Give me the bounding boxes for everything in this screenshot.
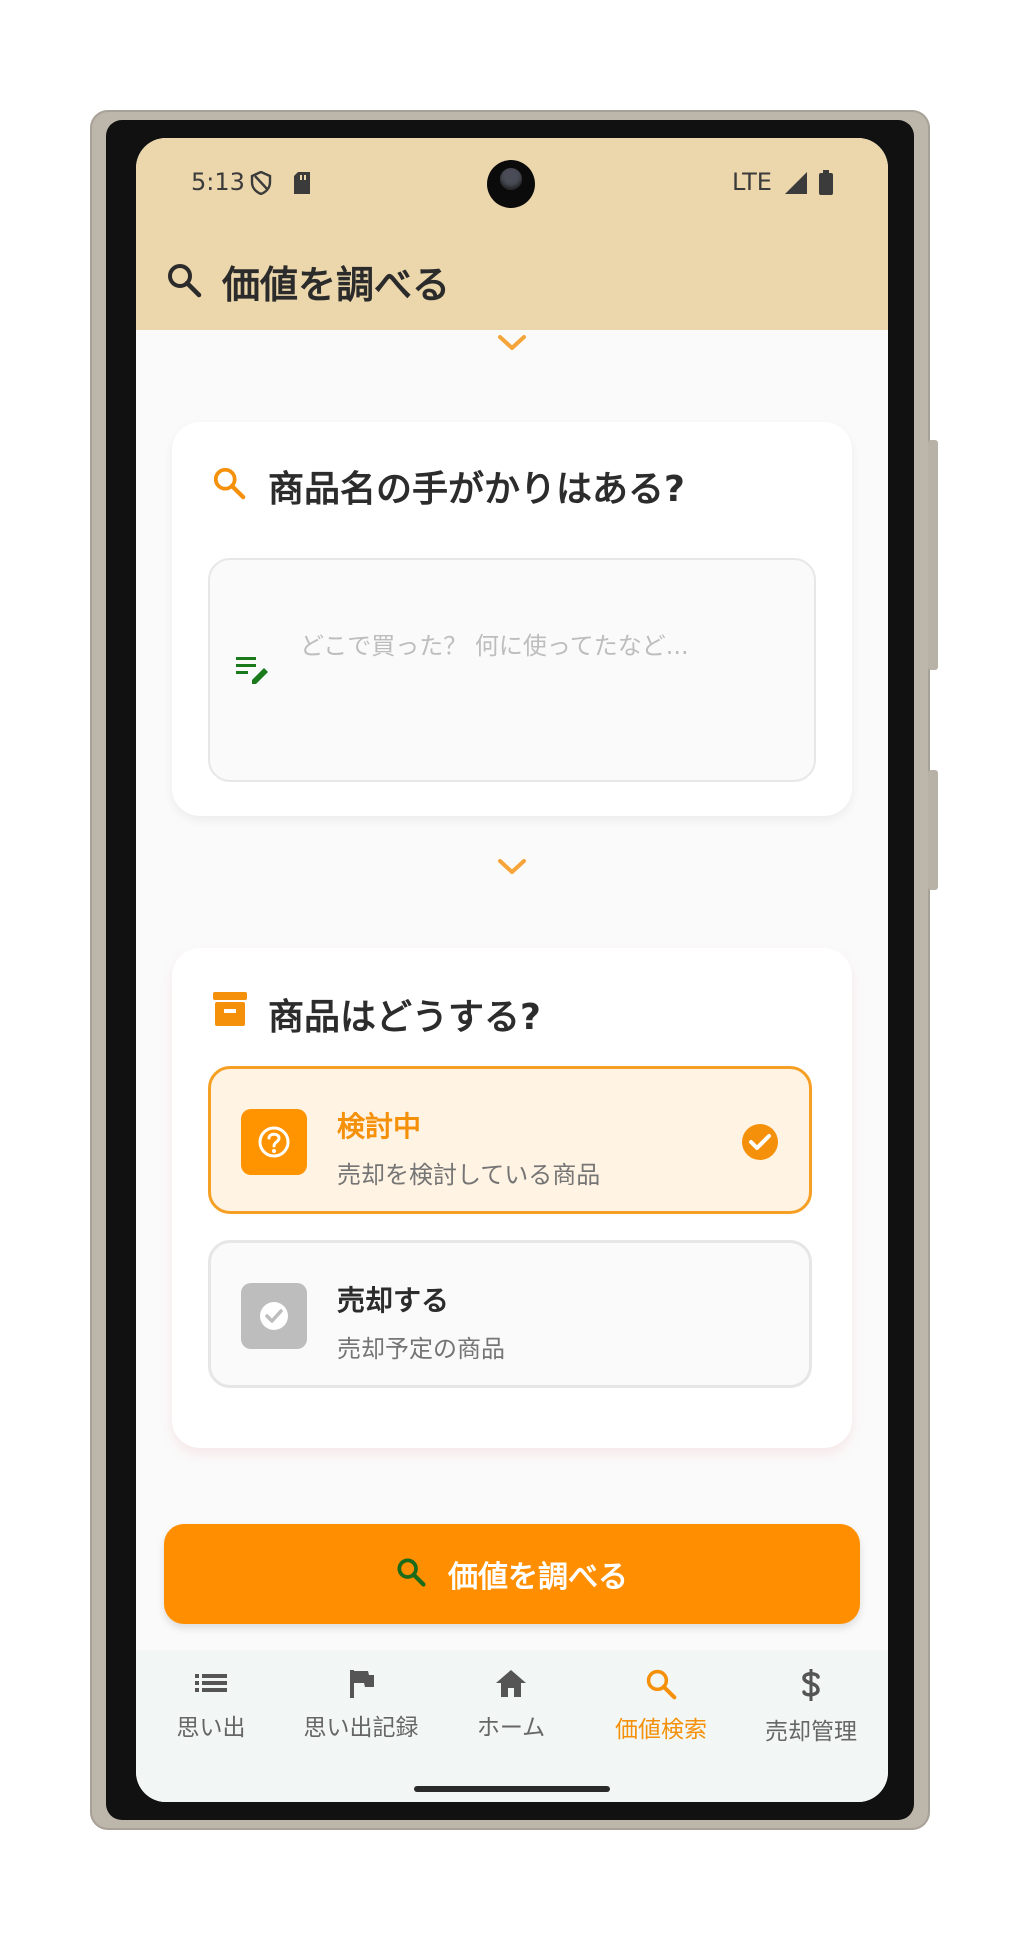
search-icon — [166, 262, 202, 302]
nav-item-sales-management[interactable]: 売却管理 — [736, 1668, 886, 1746]
archive-icon — [212, 990, 248, 1032]
chevron-down-icon — [496, 856, 528, 882]
nav-label: 価値検索 — [615, 1717, 707, 1743]
app-bar: 5:13 LTE 価値を調べる — [136, 138, 888, 330]
search-icon — [645, 1669, 677, 1704]
home-icon — [494, 1670, 528, 1702]
help-circle-icon — [241, 1109, 307, 1175]
check-circle-icon — [241, 1283, 307, 1349]
battery-icon — [818, 170, 834, 200]
option-title: 売却する — [337, 1284, 450, 1317]
hint-card-title: 商品名の手がかりはある? — [268, 469, 685, 510]
side-button — [928, 770, 938, 890]
page-title: 価値を調べる — [222, 263, 451, 307]
signal-icon — [784, 171, 808, 199]
shield-icon — [250, 170, 272, 199]
nav-label: ホーム — [476, 1715, 546, 1741]
nav-item-value-search[interactable]: 価値検索 — [586, 1668, 736, 1744]
option-sell[interactable]: 売却する 売却予定の商品 — [208, 1240, 812, 1388]
nav-item-home[interactable]: ホーム — [436, 1668, 586, 1742]
nav-label: 思い出 — [176, 1715, 246, 1741]
memo-input[interactable]: どこで買った？ 何に使ってたなど... — [208, 558, 816, 782]
chevron-down-icon — [496, 332, 528, 358]
flag-icon — [346, 1670, 376, 1702]
list-icon — [193, 1674, 229, 1702]
nav-item-memory-record[interactable]: 思い出記録 — [286, 1668, 436, 1742]
front-camera — [487, 160, 535, 208]
search-value-button[interactable]: 価値を調べる — [164, 1524, 860, 1624]
search-icon — [212, 466, 246, 504]
hint-card: 商品名の手がかりはある? どこで買った？ 何に使ってたなど... — [172, 422, 852, 816]
dollar-icon — [799, 1669, 823, 1706]
nav-label: 思い出記録 — [303, 1715, 419, 1741]
search-value-button-label: 価値を調べる — [448, 1560, 628, 1595]
sd-card-icon — [292, 171, 312, 199]
memo-placeholder: どこで買った？ 何に使ってたなど... — [300, 632, 689, 660]
option-subtitle: 売却予定の商品 — [337, 1335, 505, 1363]
option-subtitle: 売却を検討している商品 — [337, 1161, 601, 1189]
status-card: 商品はどうする? 検討中 売却を検討している商品 売却する 売却予定の商品 — [172, 948, 852, 1448]
search-icon — [396, 1557, 426, 1591]
status-time: 5:13 — [191, 168, 245, 196]
bottom-navigation: 思い出 思い出記録 ホーム 価値検索 売却管理 — [136, 1650, 888, 1802]
check-circle-icon — [741, 1123, 779, 1165]
network-type: LTE — [732, 168, 772, 196]
edit-note-icon — [234, 654, 270, 688]
option-title: 検討中 — [337, 1110, 422, 1143]
phone-screen: 5:13 LTE 価値を調べる 商品名の手がかりはある? どこで買った？ 何に使… — [136, 138, 888, 1802]
nav-label: 売却管理 — [765, 1719, 857, 1745]
home-indicator[interactable] — [414, 1786, 610, 1792]
nav-item-memories[interactable]: 思い出 — [136, 1668, 286, 1742]
side-button — [928, 440, 938, 670]
option-considering[interactable]: 検討中 売却を検討している商品 — [208, 1066, 812, 1214]
status-card-title: 商品はどうする? — [268, 997, 541, 1038]
